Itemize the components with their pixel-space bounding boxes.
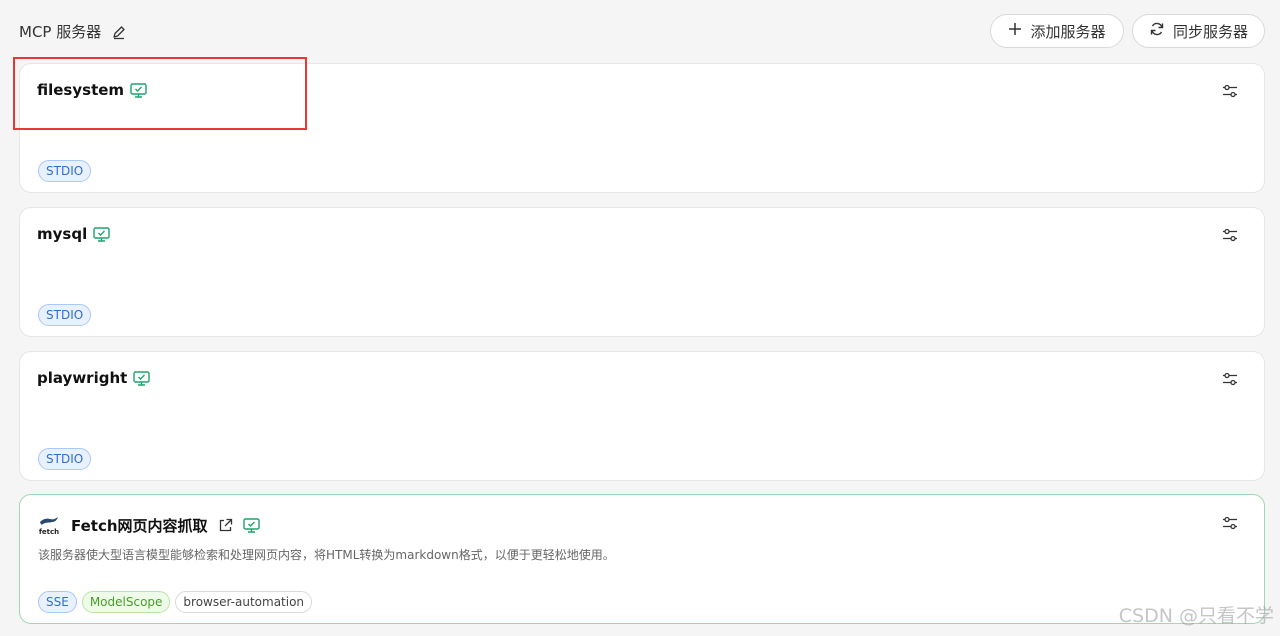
server-name: mysql bbox=[37, 225, 88, 243]
plus-icon bbox=[1008, 22, 1022, 40]
monitor-check-icon bbox=[133, 370, 151, 386]
tag-list: STDIO bbox=[38, 160, 92, 182]
server-card-mysql[interactable]: mysql STDIO bbox=[19, 207, 1265, 337]
edit-icon[interactable] bbox=[111, 24, 127, 40]
server-name: playwright bbox=[37, 369, 128, 387]
page-title-text: MCP 服务器 bbox=[19, 23, 102, 41]
add-server-label: 添加服务器 bbox=[1030, 22, 1106, 41]
external-link-icon[interactable] bbox=[218, 518, 233, 533]
settings-sliders-icon[interactable] bbox=[1222, 83, 1238, 99]
sync-server-label: 同步服务器 bbox=[1172, 22, 1248, 41]
tag-modelscope: ModelScope bbox=[81, 591, 171, 613]
server-description: 该服务器使大型语言模型能够检索和处理网页内容，将HTML转换为markdown格… bbox=[38, 548, 615, 562]
sync-server-button[interactable]: 同步服务器 bbox=[1132, 14, 1265, 48]
add-server-button[interactable]: 添加服务器 bbox=[990, 14, 1124, 48]
settings-sliders-icon[interactable] bbox=[1222, 371, 1238, 387]
server-card-fetch[interactable]: fetch Fetch网页内容抓取 该服务器使大型语言模型能够检索和处理网页内容… bbox=[19, 494, 1265, 624]
monitor-check-icon bbox=[93, 226, 110, 242]
fetch-logo-text: fetch bbox=[39, 528, 59, 536]
tag-stdio: STDIO bbox=[38, 304, 92, 326]
fetch-logo-icon: fetch bbox=[37, 513, 61, 537]
refresh-icon bbox=[1149, 21, 1165, 41]
server-name-row: mysql bbox=[37, 225, 110, 243]
tag-list: STDIO bbox=[38, 304, 92, 326]
tag-stdio: STDIO bbox=[38, 160, 92, 182]
page-header: MCP 服务器 添加服务器 同步服务器 bbox=[0, 0, 1280, 62]
tag-list: SSE ModelScope browser-automation bbox=[38, 591, 313, 613]
server-name-row: fetch Fetch网页内容抓取 bbox=[37, 513, 260, 537]
settings-sliders-icon[interactable] bbox=[1222, 515, 1238, 531]
watermark: CSDN @只看不学 bbox=[1118, 605, 1274, 627]
server-card-playwright[interactable]: playwright STDIO bbox=[19, 351, 1265, 481]
server-name-row: playwright bbox=[37, 369, 151, 387]
tag-sse: SSE bbox=[38, 591, 77, 613]
server-name: Fetch网页内容抓取 bbox=[71, 516, 208, 535]
tag-list: STDIO bbox=[38, 448, 92, 470]
monitor-check-icon bbox=[242, 517, 260, 533]
settings-sliders-icon[interactable] bbox=[1222, 227, 1238, 243]
tag-browser-automation: browser-automation bbox=[175, 591, 313, 613]
tag-stdio: STDIO bbox=[38, 448, 92, 470]
annotation-highlight-box bbox=[13, 57, 307, 130]
page-title: MCP 服务器 bbox=[19, 21, 127, 42]
